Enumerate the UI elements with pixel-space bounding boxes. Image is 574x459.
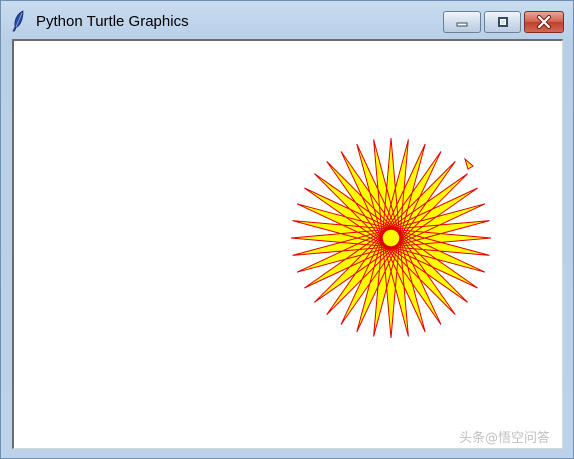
minimize-icon <box>456 22 468 27</box>
close-button[interactable] <box>524 11 564 33</box>
minimize-button[interactable] <box>443 11 481 33</box>
turtle-drawing <box>14 41 562 448</box>
turtle-canvas[interactable] <box>12 39 563 449</box>
title-bar[interactable]: Python Turtle Graphics <box>1 1 573 39</box>
maximize-icon <box>497 17 508 27</box>
feather-icon <box>11 10 27 32</box>
close-icon <box>537 15 551 29</box>
maximize-button[interactable] <box>484 11 521 33</box>
turtle-window: Python Turtle Graphics 头条@悟空问答 <box>0 0 574 459</box>
window-title: Python Turtle Graphics <box>36 13 189 30</box>
star-shape <box>290 137 492 339</box>
triangle-cursor <box>464 157 474 170</box>
watermark: 头条@悟空问答 <box>459 431 551 446</box>
